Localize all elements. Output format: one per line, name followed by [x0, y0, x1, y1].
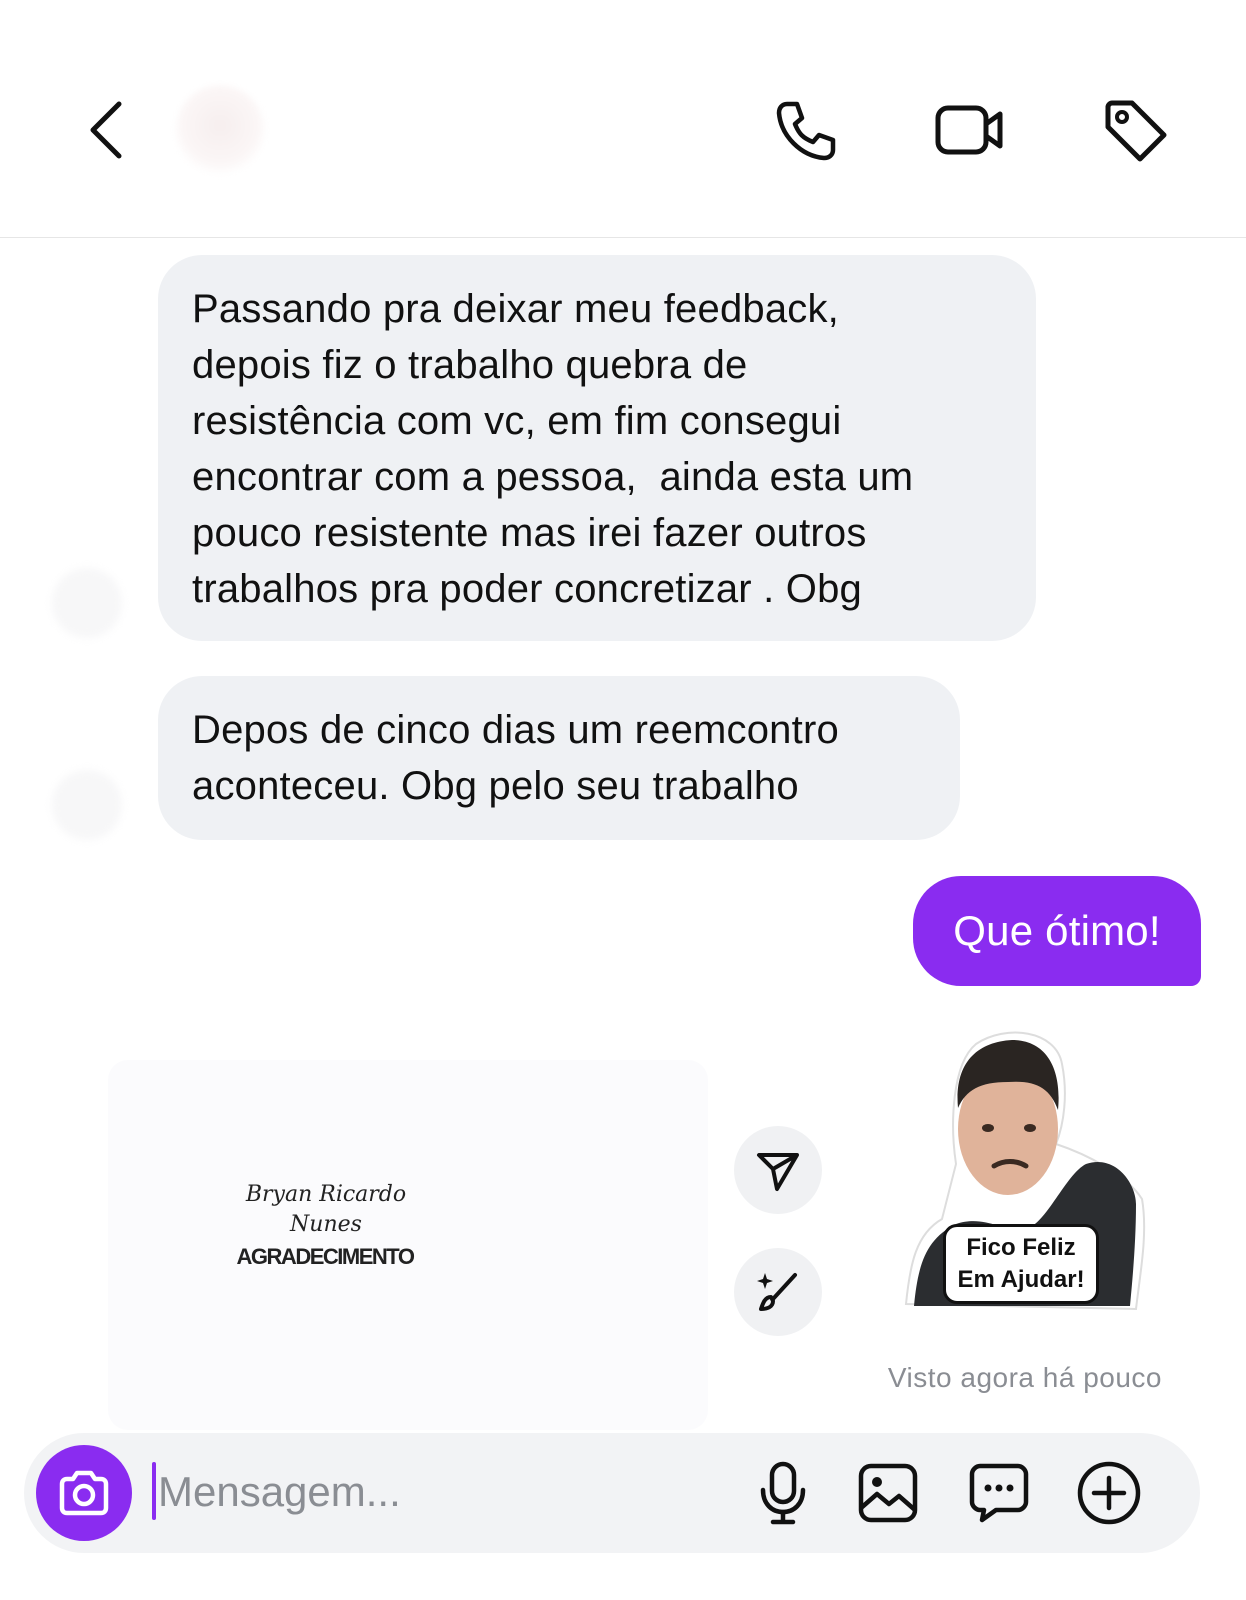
video-camera-icon — [935, 105, 1003, 155]
microphone-icon — [760, 1461, 806, 1525]
message-input[interactable] — [158, 1460, 718, 1524]
message-line: depois fiz o trabalho quebra de — [192, 343, 748, 387]
gallery-button[interactable] — [853, 1458, 923, 1528]
share-button[interactable] — [734, 1126, 822, 1214]
tag-button[interactable] — [1100, 95, 1170, 165]
sticker-line: Em Ajudar! — [957, 1266, 1085, 1293]
message-line: encontrar com a pessoa, ainda esta um — [192, 455, 914, 499]
video-call-button[interactable] — [930, 95, 1010, 165]
plus-circle-icon — [1077, 1461, 1141, 1525]
signature-line: Nunes — [290, 1212, 362, 1237]
voice-call-button[interactable] — [770, 95, 840, 165]
back-button[interactable] — [70, 90, 140, 170]
message-line: Passando pra deixar meu feedback, — [192, 287, 839, 331]
sticker-icon — [969, 1463, 1029, 1523]
sticker-line: Fico Feliz — [966, 1234, 1076, 1261]
chat-header — [0, 0, 1246, 238]
message-line: resistência com vc, em fim consegui — [192, 399, 842, 443]
signature-line: Bryan Ricardo — [245, 1182, 407, 1207]
camera-button[interactable] — [36, 1445, 132, 1541]
phone-icon — [776, 101, 836, 161]
card-title: AGRADECIMENTO — [236, 1244, 415, 1269]
send-icon — [757, 1153, 799, 1191]
ai-edit-button[interactable] — [734, 1248, 822, 1336]
chevron-left-icon — [90, 101, 122, 159]
camera-icon — [59, 1470, 109, 1516]
message-line: pouco resistente mas irei fazer outros — [192, 511, 867, 555]
more-options-button[interactable] — [1074, 1458, 1144, 1528]
signature: Bryan Ricardo Nunes — [236, 1180, 416, 1240]
incoming-message[interactable]: Depos de cinco dias um reemcontro aconte… — [158, 676, 960, 840]
sparkle-brush-icon — [757, 1273, 797, 1311]
message-line: aconteceu. Obg pelo seu trabalho — [192, 764, 799, 808]
gallery-icon — [858, 1463, 918, 1523]
sticker-button[interactable] — [964, 1458, 1034, 1528]
sender-avatar[interactable] — [52, 568, 122, 638]
message-line: Depos de cinco dias um reemcontro — [192, 708, 839, 752]
sticker-caption: Fico Feliz Em Ajudar! — [943, 1224, 1099, 1304]
text-caret — [152, 1462, 156, 1520]
incoming-message[interactable]: Passando pra deixar meu feedback, depois… — [158, 255, 1036, 641]
tag-icon — [1105, 100, 1167, 162]
message-line: trabalhos pra poder concretizar . Obg — [192, 567, 862, 611]
seen-status: Visto agora há pouco — [887, 1362, 1162, 1393]
contact-avatar[interactable] — [175, 85, 265, 175]
voice-message-button[interactable] — [748, 1458, 818, 1528]
outgoing-message[interactable]: Que ótimo! — [913, 876, 1201, 986]
sender-avatar[interactable] — [52, 770, 122, 840]
